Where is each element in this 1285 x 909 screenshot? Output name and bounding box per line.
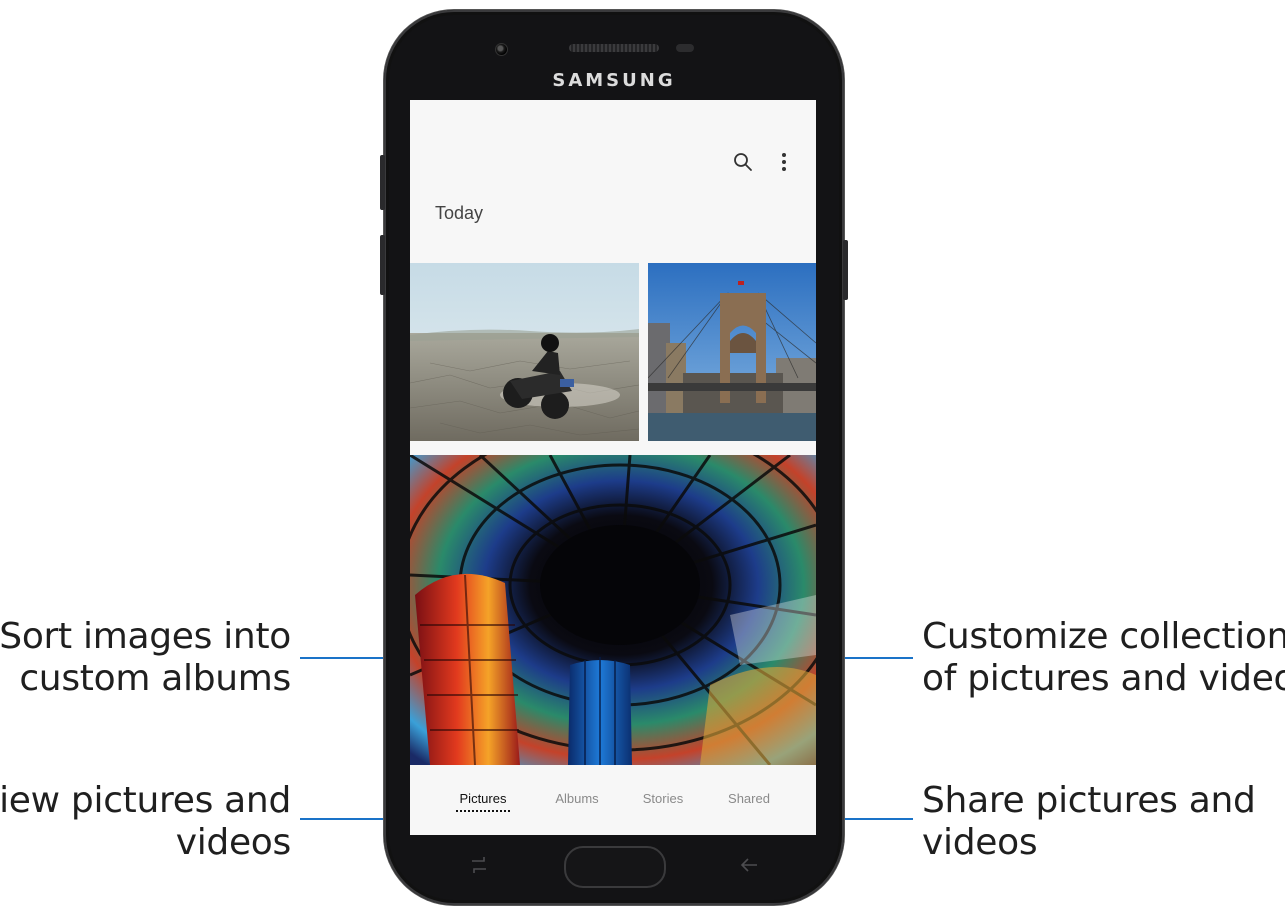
callout-shared-line2: videos (922, 822, 1038, 863)
front-camera (495, 43, 508, 56)
callout-stories-line1: Customize collections (922, 616, 1285, 657)
tab-albums-label: Albums (555, 791, 599, 806)
photo-thumbnail-motorcycle[interactable] (410, 263, 639, 441)
callout-shared: Share pictures and videos (922, 780, 1256, 864)
more-options-icon[interactable] (780, 152, 788, 177)
earpiece-speaker (569, 44, 659, 52)
callout-stories-line2: of pictures and videos (922, 658, 1285, 699)
recent-apps-icon[interactable] (470, 855, 488, 881)
search-icon[interactable] (733, 152, 753, 177)
volume-button[interactable] (380, 155, 385, 210)
callout-stories: Customize collections of pictures and vi… (922, 616, 1285, 700)
tab-albums[interactable]: Albums (548, 791, 606, 806)
callout-albums: Sort images into custom albums (0, 616, 291, 700)
callout-pictures-line2: videos (175, 822, 292, 863)
bottom-tab-bar: Pictures Albums Stories Shared (410, 765, 816, 835)
proximity-sensor (676, 44, 694, 52)
callout-albums-line2: custom albums (19, 658, 291, 699)
power-button[interactable] (843, 240, 848, 300)
tab-pictures-label: Pictures (459, 791, 507, 806)
photo-thumbnail-dome[interactable] (410, 455, 816, 765)
tab-stories-label: Stories (642, 791, 684, 806)
tab-pictures[interactable]: Pictures (454, 791, 512, 812)
back-icon[interactable] (739, 855, 759, 881)
phone-device: SAMSUNG Today Pictures Albums Stories Sh… (380, 10, 848, 905)
tab-stories[interactable]: Stories (634, 791, 692, 806)
callout-pictures: View pictures and videos (0, 780, 291, 864)
callout-shared-line1: Share pictures and (922, 780, 1256, 821)
active-tab-indicator (456, 810, 510, 812)
gallery-screen: Today Pictures Albums Stories Shared (410, 100, 816, 835)
section-title-today: Today (435, 203, 484, 223)
callout-pictures-line1: View pictures and (0, 780, 291, 821)
brand-logo: SAMSUNG (552, 70, 676, 91)
tab-shared[interactable]: Shared (720, 791, 778, 806)
bixby-button[interactable] (380, 235, 385, 295)
callout-albums-line1: Sort images into (0, 616, 291, 657)
home-button[interactable] (564, 846, 666, 888)
photo-thumbnail-bridge[interactable] (648, 263, 816, 441)
tab-shared-label: Shared (728, 791, 770, 806)
